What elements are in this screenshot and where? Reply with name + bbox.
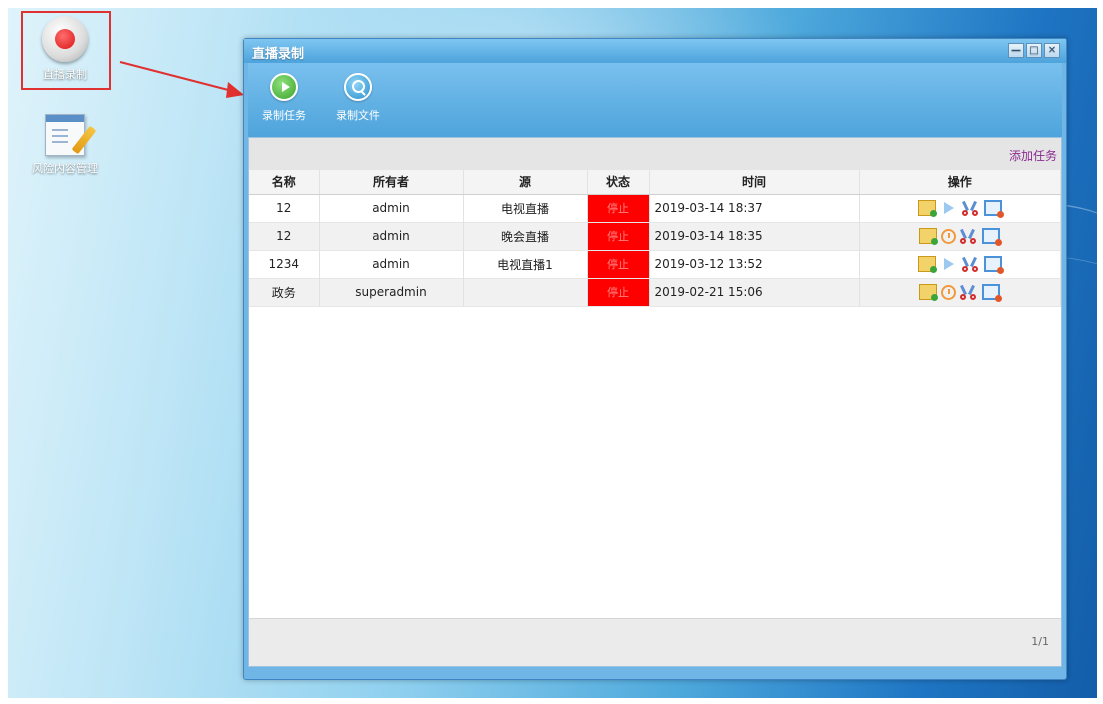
- annotation-arrow: [119, 61, 244, 98]
- record-file-label: 录制文件: [336, 109, 380, 122]
- edit-icon[interactable]: [917, 256, 937, 273]
- window-titlebar[interactable]: 直播录制 — □ ✕: [244, 39, 1066, 63]
- window-title: 直播录制: [252, 47, 305, 62]
- live-record-window: 直播录制 — □ ✕ 录制任务 录制文件 添加任务 名称 所有者 源 状态 时间…: [243, 38, 1067, 680]
- column-header-status[interactable]: 状态: [587, 170, 650, 195]
- close-button[interactable]: ✕: [1044, 43, 1060, 58]
- cut-icon[interactable]: [961, 200, 980, 216]
- search-circle-icon: [344, 73, 372, 101]
- cut-icon[interactable]: [961, 256, 980, 272]
- cell-actions: [859, 278, 1061, 307]
- cell-name: 12: [249, 194, 320, 223]
- cut-icon[interactable]: [960, 284, 978, 300]
- edit-icon[interactable]: [917, 200, 937, 217]
- record-icon: [42, 16, 88, 62]
- column-header-source[interactable]: 源: [463, 170, 588, 195]
- file-icon[interactable]: [983, 256, 1004, 274]
- column-header-owner[interactable]: 所有者: [319, 170, 464, 195]
- cell-owner: superadmin: [319, 278, 464, 307]
- table-row[interactable]: 12 admin 晚会直播 停止 2019-03-14 18:35: [249, 222, 1061, 251]
- desktop-icon-label: 风险内容管理: [32, 162, 98, 175]
- cell-actions: [859, 222, 1061, 251]
- desktop-icon-live-record[interactable]: 直播录制: [22, 16, 108, 82]
- cell-source: [463, 278, 588, 307]
- cell-time: 2019-03-12 13:52: [649, 250, 860, 279]
- record-file-button[interactable]: 录制文件: [332, 73, 384, 123]
- cell-owner: admin: [319, 250, 464, 279]
- page-indicator: 1/1: [1031, 635, 1049, 648]
- table-row[interactable]: 政务 superadmin 停止 2019-02-21 15:06: [249, 278, 1061, 307]
- desktop-icon-risk-content[interactable]: 风险内容管理: [22, 114, 108, 176]
- clock-icon[interactable]: [941, 285, 957, 300]
- maximize-button[interactable]: □: [1026, 43, 1042, 58]
- table-row[interactable]: 12 admin 电视直播 停止 2019-03-14 18:37: [249, 194, 1061, 223]
- record-task-label: 录制任务: [262, 109, 306, 122]
- notepad-icon: [45, 114, 97, 156]
- desktop-icon-label: 直播录制: [43, 68, 87, 81]
- cell-time: 2019-02-21 15:06: [649, 278, 860, 307]
- column-header-time[interactable]: 时间: [649, 170, 860, 195]
- table-header-row: 名称 所有者 源 状态 时间 操作: [249, 170, 1061, 195]
- status-badge: 停止: [587, 194, 650, 223]
- cut-icon[interactable]: [960, 228, 978, 244]
- cell-actions: [859, 250, 1061, 279]
- file-icon[interactable]: [982, 284, 1003, 302]
- desktop: 直播录制 风险内容管理 直播录制 — □ ✕ 录制任务 录制文件 添加任务 名称…: [8, 8, 1097, 698]
- column-header-name[interactable]: 名称: [249, 170, 320, 195]
- column-header-actions: 操作: [859, 170, 1061, 195]
- file-icon[interactable]: [983, 200, 1004, 218]
- cell-source: 晚会直播: [463, 222, 588, 251]
- record-task-button[interactable]: 录制任务: [258, 73, 310, 123]
- cell-owner: admin: [319, 222, 464, 251]
- table-row[interactable]: 1234 admin 电视直播1 停止 2019-03-12 13:52: [249, 250, 1061, 279]
- play-circle-icon: [270, 73, 298, 101]
- cell-owner: admin: [319, 194, 464, 223]
- minimize-button[interactable]: —: [1008, 43, 1024, 58]
- play-icon[interactable]: [940, 256, 958, 272]
- edit-icon[interactable]: [919, 284, 939, 301]
- table-footer: 1/1: [249, 618, 1061, 666]
- status-badge: 停止: [587, 222, 650, 251]
- cell-time: 2019-03-14 18:37: [649, 194, 860, 223]
- cell-actions: [859, 194, 1061, 223]
- cell-name: 政务: [249, 278, 320, 307]
- status-badge: 停止: [587, 250, 650, 279]
- action-bar: 添加任务: [249, 138, 1061, 170]
- window-toolbar: 录制任务 录制文件: [248, 63, 1062, 137]
- clock-icon[interactable]: [941, 229, 957, 244]
- cell-time: 2019-03-14 18:35: [649, 222, 860, 251]
- play-icon[interactable]: [940, 200, 958, 216]
- cell-source: 电视直播: [463, 194, 588, 223]
- task-panel: 添加任务 名称 所有者 源 状态 时间 操作 12 admin 电视直播 停止 …: [248, 137, 1062, 667]
- cell-name: 1234: [249, 250, 320, 279]
- task-table: 名称 所有者 源 状态 时间 操作 12 admin 电视直播 停止 2019-: [249, 170, 1061, 307]
- status-badge: 停止: [587, 278, 650, 307]
- file-icon[interactable]: [982, 228, 1003, 246]
- cell-source: 电视直播1: [463, 250, 588, 279]
- add-task-link[interactable]: 添加任务: [1009, 147, 1057, 164]
- cell-name: 12: [249, 222, 320, 251]
- edit-icon[interactable]: [919, 228, 939, 245]
